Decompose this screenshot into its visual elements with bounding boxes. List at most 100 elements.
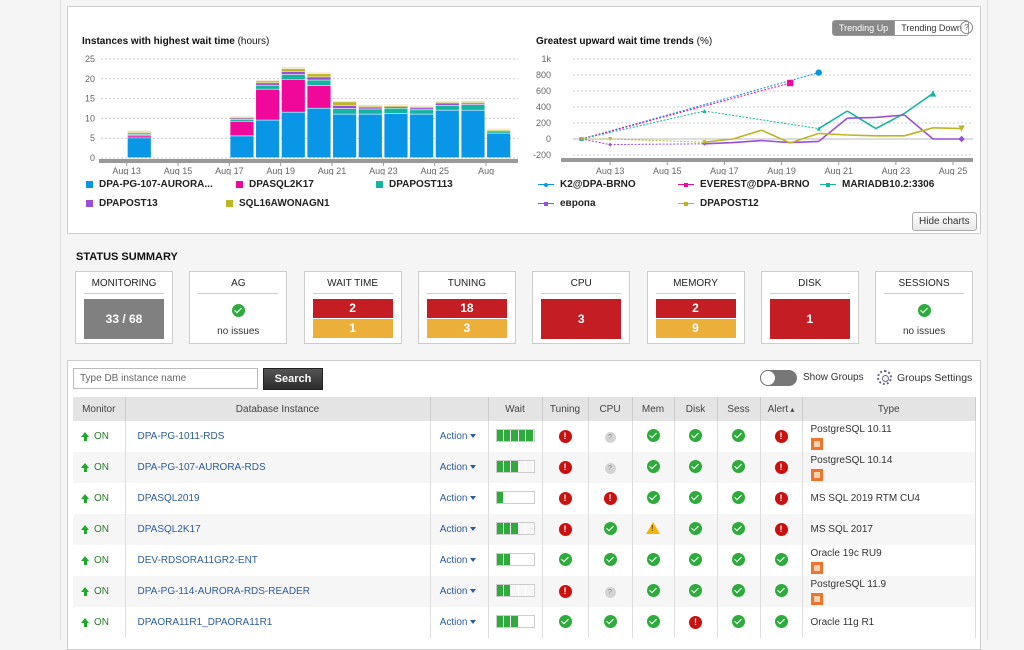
bar-segment[interactable]	[384, 106, 408, 107]
wait-cell[interactable]	[488, 421, 543, 452]
check-circle-icon[interactable]	[689, 583, 702, 597]
bar-segment[interactable]	[230, 136, 254, 158]
error-icon[interactable]: !	[774, 492, 788, 505]
status-card-critical-count[interactable]: 2	[312, 299, 393, 318]
bar-segment[interactable]	[461, 103, 485, 105]
status-card-disk[interactable]: DISK 1	[760, 271, 859, 344]
error-icon[interactable]: !	[774, 461, 788, 474]
instance-name-link[interactable]: DPA-PG-107-AURORA-RDS	[125, 452, 431, 483]
bar-segment[interactable]	[487, 131, 511, 133]
monitor-cell[interactable]: ON	[73, 421, 126, 452]
bar-segment[interactable]	[307, 72, 331, 74]
check-circle-icon[interactable]	[732, 490, 745, 504]
status-card-cpu[interactable]: CPU 3	[532, 271, 631, 344]
column-header-monitor[interactable]: Monitor	[73, 397, 126, 421]
wait-cell[interactable]	[488, 483, 543, 514]
bar-segment[interactable]	[256, 83, 280, 85]
gear-icon[interactable]	[877, 370, 892, 385]
warning-icon[interactable]	[646, 522, 660, 534]
bar-segment[interactable]	[487, 129, 511, 131]
column-header-tuning[interactable]: Tuning	[542, 397, 589, 421]
instance-search-input[interactable]	[73, 368, 258, 389]
error-icon[interactable]: !	[774, 430, 788, 443]
bar-segment[interactable]	[461, 110, 485, 158]
action-dropdown[interactable]: Action	[430, 421, 489, 452]
status-card-value[interactable]: 33 / 68	[84, 299, 164, 339]
monitor-cell[interactable]: ON	[73, 607, 126, 638]
check-circle-icon[interactable]	[646, 490, 660, 504]
status-card-warning-count[interactable]: 1	[312, 319, 393, 338]
check-circle-icon[interactable]	[558, 552, 572, 566]
instance-name-link[interactable]: DPA-PG-1011-RDS	[125, 421, 431, 452]
bar-segment[interactable]	[307, 77, 331, 80]
bar-segment[interactable]	[281, 74, 305, 79]
instance-name-link[interactable]: DPAORA11R1_DPAORA11R1	[125, 607, 431, 638]
column-header-disk[interactable]: Disk	[674, 397, 718, 421]
show-groups-toggle[interactable]	[760, 370, 797, 386]
bar-segment[interactable]	[461, 100, 485, 102]
action-dropdown[interactable]: Action	[430, 607, 489, 638]
bar-segment[interactable]	[127, 136, 151, 138]
status-card-value[interactable]: 1	[769, 299, 850, 339]
line-legend-item[interactable]: MARIADB10.2:3306	[820, 179, 934, 190]
error-icon[interactable]: !	[558, 585, 572, 598]
bar-segment[interactable]	[230, 117, 254, 119]
check-circle-icon[interactable]	[646, 614, 660, 628]
check-circle-icon[interactable]	[558, 614, 572, 628]
bar-segment[interactable]	[358, 109, 382, 114]
monitor-cell[interactable]: ON	[73, 576, 126, 607]
check-circle-icon[interactable]	[732, 552, 745, 566]
bar-segment[interactable]	[307, 85, 331, 108]
bar-segment[interactable]	[307, 74, 331, 77]
bar-segment[interactable]	[487, 128, 511, 130]
check-circle-icon[interactable]	[774, 583, 788, 597]
line-legend-item[interactable]: EVEREST@DPA-BRNO	[678, 179, 810, 190]
bar-segment[interactable]	[461, 102, 485, 104]
bar-legend-item[interactable]: DPAPOST13	[86, 198, 158, 209]
wait-cell[interactable]	[488, 514, 543, 545]
bar-segment[interactable]	[358, 107, 382, 109]
groups-settings-link[interactable]: Groups Settings	[897, 372, 972, 384]
bar-segment[interactable]	[307, 80, 331, 86]
bar-segment[interactable]	[127, 138, 151, 158]
bar-segment[interactable]	[410, 105, 434, 107]
bar-segment[interactable]	[461, 104, 485, 110]
status-card-memory[interactable]: MEMORY 2 9	[646, 271, 745, 344]
check-circle-icon[interactable]	[603, 552, 617, 566]
instance-name-link[interactable]: DPASQL2K17	[125, 514, 431, 545]
wait-cell[interactable]	[488, 545, 543, 576]
line-legend-item[interactable]: европа	[538, 198, 596, 209]
monitor-cell[interactable]: ON	[73, 514, 126, 545]
status-card-sessions[interactable]: SESSIONS no issues	[875, 271, 974, 344]
bar-segment[interactable]	[281, 71, 305, 75]
status-card-ag[interactable]: AG no issues	[189, 271, 288, 344]
check-circle-icon[interactable]	[646, 459, 660, 473]
bar-segment[interactable]	[435, 101, 459, 102]
action-dropdown[interactable]: Action	[430, 452, 489, 483]
check-circle-icon[interactable]	[732, 428, 745, 442]
bar-segment[interactable]	[333, 105, 357, 109]
bar-segment[interactable]	[281, 67, 305, 69]
error-icon[interactable]: !	[558, 461, 572, 474]
help-icon[interactable]: ?	[960, 21, 973, 34]
check-circle-icon[interactable]	[603, 614, 617, 628]
bar-segment[interactable]	[487, 133, 511, 158]
status-card-wait-time[interactable]: WAIT TIME 2 1	[303, 271, 402, 344]
monitor-cell[interactable]: ON	[73, 452, 126, 483]
status-card-tuning[interactable]: TUNING 18 3	[417, 271, 516, 344]
check-circle-icon[interactable]	[774, 552, 788, 566]
bar-segment[interactable]	[127, 132, 151, 134]
bar-segment[interactable]	[358, 104, 382, 106]
line-point[interactable]	[815, 69, 822, 76]
bar-segment[interactable]	[127, 133, 151, 135]
instance-name-link[interactable]: DEV-RDSORA11GR2-ENT	[125, 545, 431, 576]
bar-segment[interactable]	[333, 102, 357, 106]
action-dropdown[interactable]: Action	[430, 483, 489, 514]
bar-segment[interactable]	[384, 113, 408, 158]
status-card-critical-count[interactable]: 18	[426, 299, 507, 318]
check-circle-icon[interactable]	[689, 459, 702, 473]
status-card-monitoring[interactable]: MONITORING 33 / 68	[75, 271, 173, 344]
line-legend-item[interactable]: K2@DPA-BRNO	[538, 179, 636, 190]
action-dropdown[interactable]: Action	[430, 576, 489, 607]
error-icon[interactable]: !	[774, 523, 788, 536]
